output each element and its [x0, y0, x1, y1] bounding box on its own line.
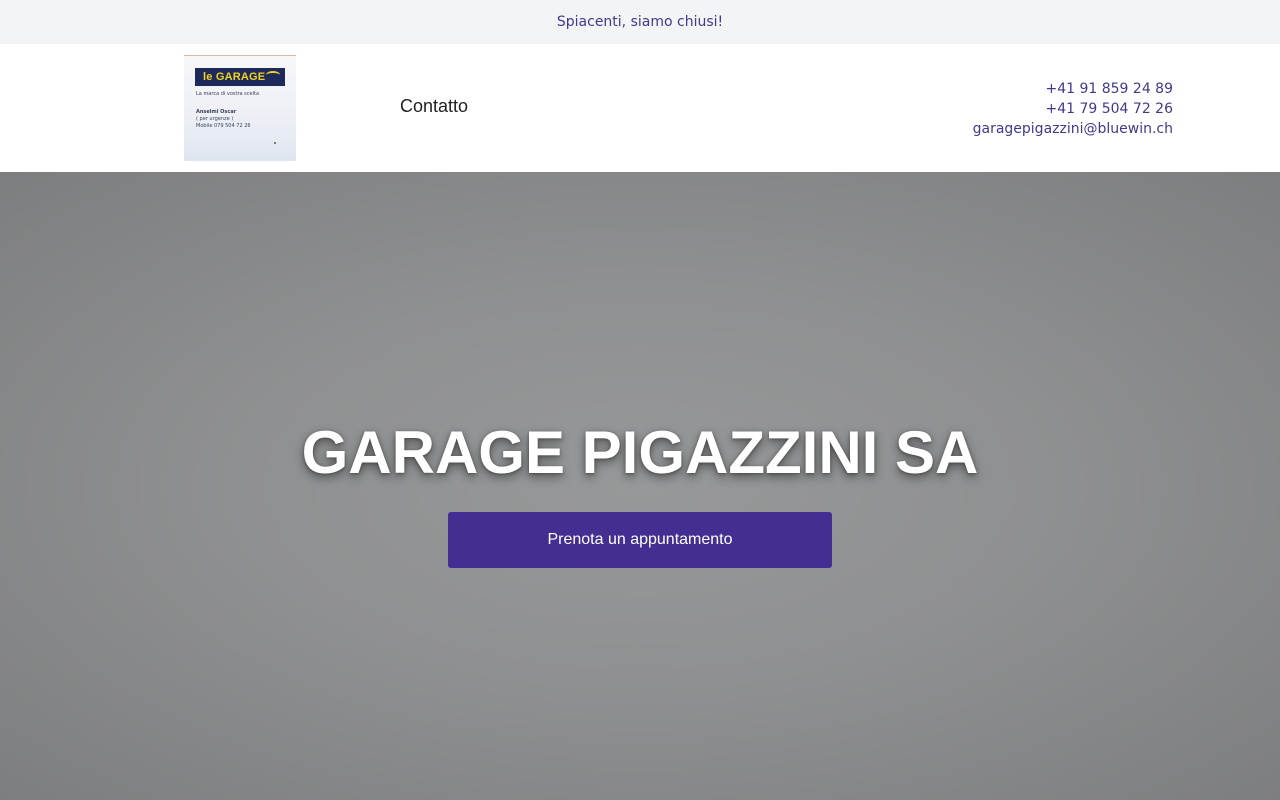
- logo-dot: [274, 142, 276, 144]
- email-link[interactable]: garagepigazzini@bluewin.ch: [973, 119, 1173, 139]
- logo-name: Anselmi Oscar: [196, 109, 237, 115]
- phone-link-1[interactable]: +41 91 859 24 89: [973, 79, 1173, 99]
- hero-title: GARAGE PIGAZZINI SA: [301, 419, 979, 486]
- closed-notice-bar: Spiacenti, siamo chiusi!: [0, 0, 1280, 44]
- logo-badge-text: le GARAGE: [203, 71, 266, 83]
- site-header: le GARAGE La marca di vostra scelta Anse…: [0, 44, 1280, 172]
- logo[interactable]: le GARAGE La marca di vostra scelta Anse…: [184, 55, 296, 161]
- logo-swoosh-icon: [266, 71, 280, 79]
- nav-contact-link[interactable]: Contatto: [400, 96, 468, 117]
- logo-tagline: La marca di vostra scelta: [196, 91, 260, 97]
- logo-mobile: Mobile 079 504 72 26: [196, 123, 251, 129]
- logo-badge: le GARAGE: [195, 68, 285, 86]
- phone-link-2[interactable]: +41 79 504 72 26: [973, 99, 1173, 119]
- logo-urgent: ( per urgenze ): [196, 116, 234, 122]
- closed-notice-text: Spiacenti, siamo chiusi!: [556, 14, 724, 30]
- hero-section: GARAGE PIGAZZINI SA Prenota un appuntame…: [0, 172, 1280, 800]
- book-appointment-button[interactable]: Prenota un appuntamento: [448, 512, 832, 568]
- contact-info: +41 91 859 24 89 +41 79 504 72 26 garage…: [973, 79, 1173, 139]
